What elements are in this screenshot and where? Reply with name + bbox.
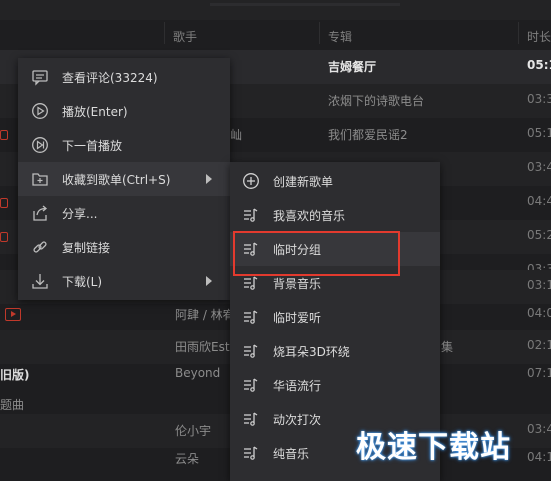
mv-icon[interactable] — [0, 198, 8, 208]
submenu-item-playlist[interactable]: 我喜欢的音乐 — [230, 198, 440, 232]
artist-cell[interactable]: 阿肆 / 林宥 — [175, 306, 235, 323]
album-cell[interactable]: 吉姆餐厅 — [328, 58, 376, 75]
duration-cell: 04:4 — [527, 194, 551, 208]
plus-circle-icon — [243, 173, 259, 189]
menu-item-label: 下载(L) — [62, 275, 103, 289]
download-icon — [32, 274, 48, 289]
submenu-item-label: 背景音乐 — [273, 277, 322, 291]
menu-item-label: 查看评论(33224) — [62, 71, 158, 85]
comment-icon — [32, 70, 48, 86]
album-cell[interactable]: 我们都爱民谣2 — [328, 126, 408, 143]
share-icon — [33, 205, 48, 221]
duration-cell: 05:1 — [527, 58, 551, 72]
menu-item-label: 复制链接 — [62, 241, 111, 255]
menu-item-add-to-playlist[interactable]: 收藏到歌单(Ctrl+S) — [18, 162, 230, 196]
artist-cell[interactable]: 田雨欣Est — [175, 338, 230, 355]
submenu-item-playlist[interactable]: 华语流行 — [230, 368, 440, 402]
song-subtitle-cell: 题曲 — [0, 398, 25, 412]
album-cell[interactable]: 浓烟下的诗歌电台 — [328, 92, 424, 109]
menu-item-share[interactable]: 分享... — [18, 196, 230, 230]
submenu-item-label: 临时爱听 — [273, 311, 322, 325]
column-header-artist[interactable]: 歌手 — [173, 28, 197, 45]
song-title-cell[interactable]: 旧版) — [0, 366, 30, 383]
column-header-album[interactable]: 专辑 — [328, 28, 352, 45]
artist-cell[interactable]: 云朵 — [175, 450, 199, 467]
submenu-item-label: 我喜欢的音乐 — [273, 209, 346, 223]
menu-item-download[interactable]: 下载(L) — [18, 264, 230, 298]
mv-icon[interactable] — [0, 232, 8, 242]
submenu-item-label: 动次打次 — [273, 413, 322, 427]
submenu-arrow-icon — [206, 174, 212, 184]
playlist-icon — [244, 412, 258, 426]
menu-item-label: 收藏到歌单(Ctrl+S) — [62, 173, 171, 187]
menu-item-play[interactable]: 播放(Enter) — [18, 94, 230, 128]
submenu-item-create-playlist[interactable]: 创建新歌单 — [230, 164, 440, 198]
submenu-item-label: 华语流行 — [273, 379, 322, 393]
playlist-icon — [244, 276, 258, 290]
duration-cell: 03:3 — [527, 92, 551, 106]
artist-cell[interactable]: 屾 — [230, 126, 242, 143]
menu-item-label: 下一首播放 — [62, 139, 123, 153]
annotation-highlight-box — [233, 231, 400, 276]
play-next-icon — [32, 137, 48, 153]
submenu-item-playlist[interactable]: 临时爱听 — [230, 300, 440, 334]
playlist-icon — [244, 310, 258, 324]
artist-cell[interactable]: Beyond — [175, 366, 220, 380]
link-icon — [33, 241, 47, 253]
playlist-icon — [244, 208, 258, 222]
playlist-icon — [244, 446, 258, 460]
playlist-icon — [244, 344, 258, 358]
column-header-duration[interactable]: 时长 — [527, 28, 551, 45]
search-bar-edge — [210, 3, 400, 6]
album-cell[interactable]: 集 — [441, 338, 453, 355]
duration-cell: 04:0 — [527, 306, 551, 320]
duration-cell: 03:4 — [527, 422, 551, 436]
menu-item-view-comments[interactable]: 查看评论(33224) — [18, 60, 230, 94]
song-context-menu: 查看评论(33224) 播放(Enter) 下一首播放 收藏到歌单(Ctrl+S… — [18, 58, 230, 300]
duration-cell: 03:4 — [527, 160, 551, 174]
duration-cell: 07:1 — [527, 366, 551, 380]
add-to-playlist-icon — [32, 173, 48, 186]
top-bar — [0, 0, 551, 20]
menu-item-copy-link[interactable]: 复制链接 — [18, 230, 230, 264]
submenu-arrow-icon — [206, 276, 212, 286]
duration-cell: 05:2 — [527, 228, 551, 242]
submenu-item-label: 烧耳朵3D环绕 — [273, 345, 350, 359]
submenu-item-label: 纯音乐 — [273, 447, 310, 461]
mv-icon[interactable] — [0, 130, 8, 140]
duration-cell: 04:1 — [527, 450, 551, 464]
mv-icon[interactable] — [5, 308, 21, 321]
column-divider — [518, 22, 519, 44]
table-header: 歌手 专辑 时长 — [0, 20, 551, 51]
submenu-item-label: 创建新歌单 — [273, 175, 334, 189]
duration-cell: 02:1 — [527, 338, 551, 352]
duration-cell: 03:1 — [527, 278, 551, 292]
artist-cell[interactable]: 伦小宇 — [175, 422, 211, 439]
column-divider — [164, 22, 165, 44]
play-icon — [32, 103, 48, 119]
column-divider — [319, 22, 320, 44]
menu-item-label: 分享... — [62, 207, 98, 221]
menu-item-play-next[interactable]: 下一首播放 — [18, 128, 230, 162]
duration-cell: 05:1 — [527, 126, 551, 140]
menu-item-label: 播放(Enter) — [62, 105, 128, 119]
playlist-icon — [244, 378, 258, 392]
watermark: 极速下载站 — [356, 430, 511, 465]
submenu-item-playlist[interactable]: 烧耳朵3D环绕 — [230, 334, 440, 368]
